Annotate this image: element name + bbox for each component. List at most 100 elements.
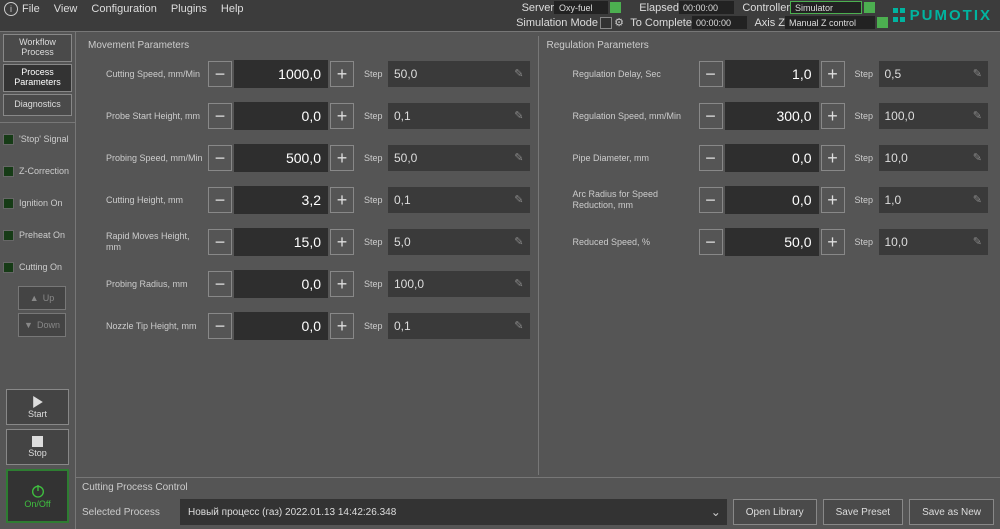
movement-value-input[interactable]: 0,0 — [234, 102, 328, 130]
regulation-value-input[interactable]: 0,0 — [725, 186, 819, 214]
edit-icon: ✎ — [514, 277, 523, 290]
movement-increment-button[interactable]: + — [330, 145, 354, 171]
movement-increment-button[interactable]: + — [330, 187, 354, 213]
simmode-checkbox[interactable] — [600, 17, 612, 29]
movement-decrement-button[interactable]: − — [208, 103, 232, 129]
stop-button[interactable]: Stop — [6, 429, 69, 465]
menu-help[interactable]: Help — [221, 3, 244, 15]
movement-decrement-button[interactable]: − — [208, 229, 232, 255]
regulation-row: Pipe Diameter, mm−0,0+Step10,0✎ — [547, 143, 989, 173]
regulation-decrement-button[interactable]: − — [699, 229, 723, 255]
movement-row: Nozzle Tip Height, mm−0,0+Step0,1✎ — [88, 311, 530, 341]
elapsed-label: Elapsed — [623, 2, 679, 14]
regulation-decrement-button[interactable]: − — [699, 145, 723, 171]
regulation-label: Arc Radius for Speed Reduction, mm — [547, 189, 697, 211]
movement-value-input[interactable]: 0,0 — [234, 312, 328, 340]
movement-decrement-button[interactable]: − — [208, 61, 232, 87]
movement-step-input[interactable]: 0,1✎ — [388, 187, 530, 213]
step-label: Step — [364, 195, 388, 205]
movement-value-input[interactable]: 3,2 — [234, 186, 328, 214]
tab-process-parameters[interactable]: Process Parameters — [3, 64, 72, 92]
regulation-increment-button[interactable]: + — [821, 145, 845, 171]
movement-value-input[interactable]: 0,0 — [234, 270, 328, 298]
regulation-value-input[interactable]: 1,0 — [725, 60, 819, 88]
regulation-value-input[interactable]: 0,0 — [725, 144, 819, 172]
axisz-value: Manual Z control — [785, 16, 875, 29]
step-label: Step — [855, 237, 879, 247]
step-label: Step — [855, 111, 879, 121]
movement-title: Movement Parameters — [88, 40, 530, 51]
indicator-preheat-on: Preheat On — [0, 219, 75, 251]
left-panel: Workflow Process Process Parameters Diag… — [0, 32, 76, 529]
indicator-cutting-on: Cutting On — [0, 251, 75, 283]
arrow-down-icon: ▼ — [24, 320, 33, 330]
regulation-decrement-button[interactable]: − — [699, 187, 723, 213]
selected-process-dropdown[interactable]: Новый процесс (газ) 2022.01.13 14:42:26.… — [180, 499, 727, 525]
power-icon — [30, 483, 46, 499]
movement-step-input[interactable]: 50,0✎ — [388, 61, 530, 87]
movement-value-input[interactable]: 15,0 — [234, 228, 328, 256]
regulation-step-input[interactable]: 0,5✎ — [879, 61, 989, 87]
tab-diagnostics[interactable]: Diagnostics — [3, 94, 72, 116]
save-as-new-button[interactable]: Save as New — [909, 499, 994, 525]
info-icon[interactable]: i — [4, 2, 18, 16]
movement-increment-button[interactable]: + — [330, 61, 354, 87]
step-label: Step — [364, 237, 388, 247]
movement-parameters-panel: Movement Parameters Cutting Speed, mm/Mi… — [82, 36, 536, 475]
movement-decrement-button[interactable]: − — [208, 187, 232, 213]
regulation-decrement-button[interactable]: − — [699, 103, 723, 129]
regulation-increment-button[interactable]: + — [821, 229, 845, 255]
regulation-step-input[interactable]: 10,0✎ — [879, 229, 989, 255]
movement-decrement-button[interactable]: − — [208, 145, 232, 171]
regulation-row: Regulation Delay, Sec−1,0+Step0,5✎ — [547, 59, 989, 89]
movement-label: Cutting Speed, mm/Min — [88, 69, 206, 80]
regulation-increment-button[interactable]: + — [821, 187, 845, 213]
column-divider — [538, 36, 539, 475]
tab-workflow-process[interactable]: Workflow Process — [3, 34, 72, 62]
movement-step-input[interactable]: 100,0✎ — [388, 271, 530, 297]
movement-label: Nozzle Tip Height, mm — [88, 321, 206, 332]
start-button[interactable]: Start — [6, 389, 69, 425]
regulation-increment-button[interactable]: + — [821, 103, 845, 129]
controller-led — [864, 2, 875, 13]
step-label: Step — [364, 279, 388, 289]
movement-step-input[interactable]: 50,0✎ — [388, 145, 530, 171]
cutting-process-control: Cutting Process Control Selected Process… — [76, 477, 1000, 529]
movement-label: Probing Speed, mm/Min — [88, 153, 206, 164]
simmode-label: Simulation Mode — [512, 17, 598, 29]
movement-increment-button[interactable]: + — [330, 229, 354, 255]
movement-step-input[interactable]: 0,1✎ — [388, 103, 530, 129]
regulation-increment-button[interactable]: + — [821, 61, 845, 87]
save-preset-button[interactable]: Save Preset — [823, 499, 903, 525]
open-library-button[interactable]: Open Library — [733, 499, 817, 525]
regulation-step-input[interactable]: 10,0✎ — [879, 145, 989, 171]
jog-down-button[interactable]: ▼Down — [18, 313, 66, 337]
elapsed-value: 00:00:00 — [679, 1, 734, 14]
edit-icon: ✎ — [973, 67, 982, 80]
movement-decrement-button[interactable]: − — [208, 313, 232, 339]
movement-value-input[interactable]: 1000,0 — [234, 60, 328, 88]
menu-file[interactable]: File — [22, 3, 40, 15]
regulation-value-input[interactable]: 50,0 — [725, 228, 819, 256]
onoff-button[interactable]: On/Off — [6, 469, 69, 523]
regulation-step-input[interactable]: 100,0✎ — [879, 103, 989, 129]
movement-increment-button[interactable]: + — [330, 271, 354, 297]
regulation-value-input[interactable]: 300,0 — [725, 102, 819, 130]
movement-increment-button[interactable]: + — [330, 313, 354, 339]
movement-value-input[interactable]: 500,0 — [234, 144, 328, 172]
menu-plugins[interactable]: Plugins — [171, 3, 207, 15]
settings-gear-icon[interactable]: ⚙ — [612, 16, 626, 30]
menu-configuration[interactable]: Configuration — [91, 3, 156, 15]
regulation-decrement-button[interactable]: − — [699, 61, 723, 87]
movement-decrement-button[interactable]: − — [208, 271, 232, 297]
regulation-step-input[interactable]: 1,0✎ — [879, 187, 989, 213]
movement-step-input[interactable]: 5,0✎ — [388, 229, 530, 255]
step-label: Step — [855, 69, 879, 79]
jog-up-button[interactable]: ▲Up — [18, 286, 66, 310]
step-label: Step — [364, 69, 388, 79]
step-label: Step — [364, 153, 388, 163]
movement-increment-button[interactable]: + — [330, 103, 354, 129]
movement-step-input[interactable]: 0,1✎ — [388, 313, 530, 339]
movement-row: Cutting Speed, mm/Min−1000,0+ Step50,0✎ — [88, 59, 530, 89]
menu-view[interactable]: View — [54, 3, 78, 15]
